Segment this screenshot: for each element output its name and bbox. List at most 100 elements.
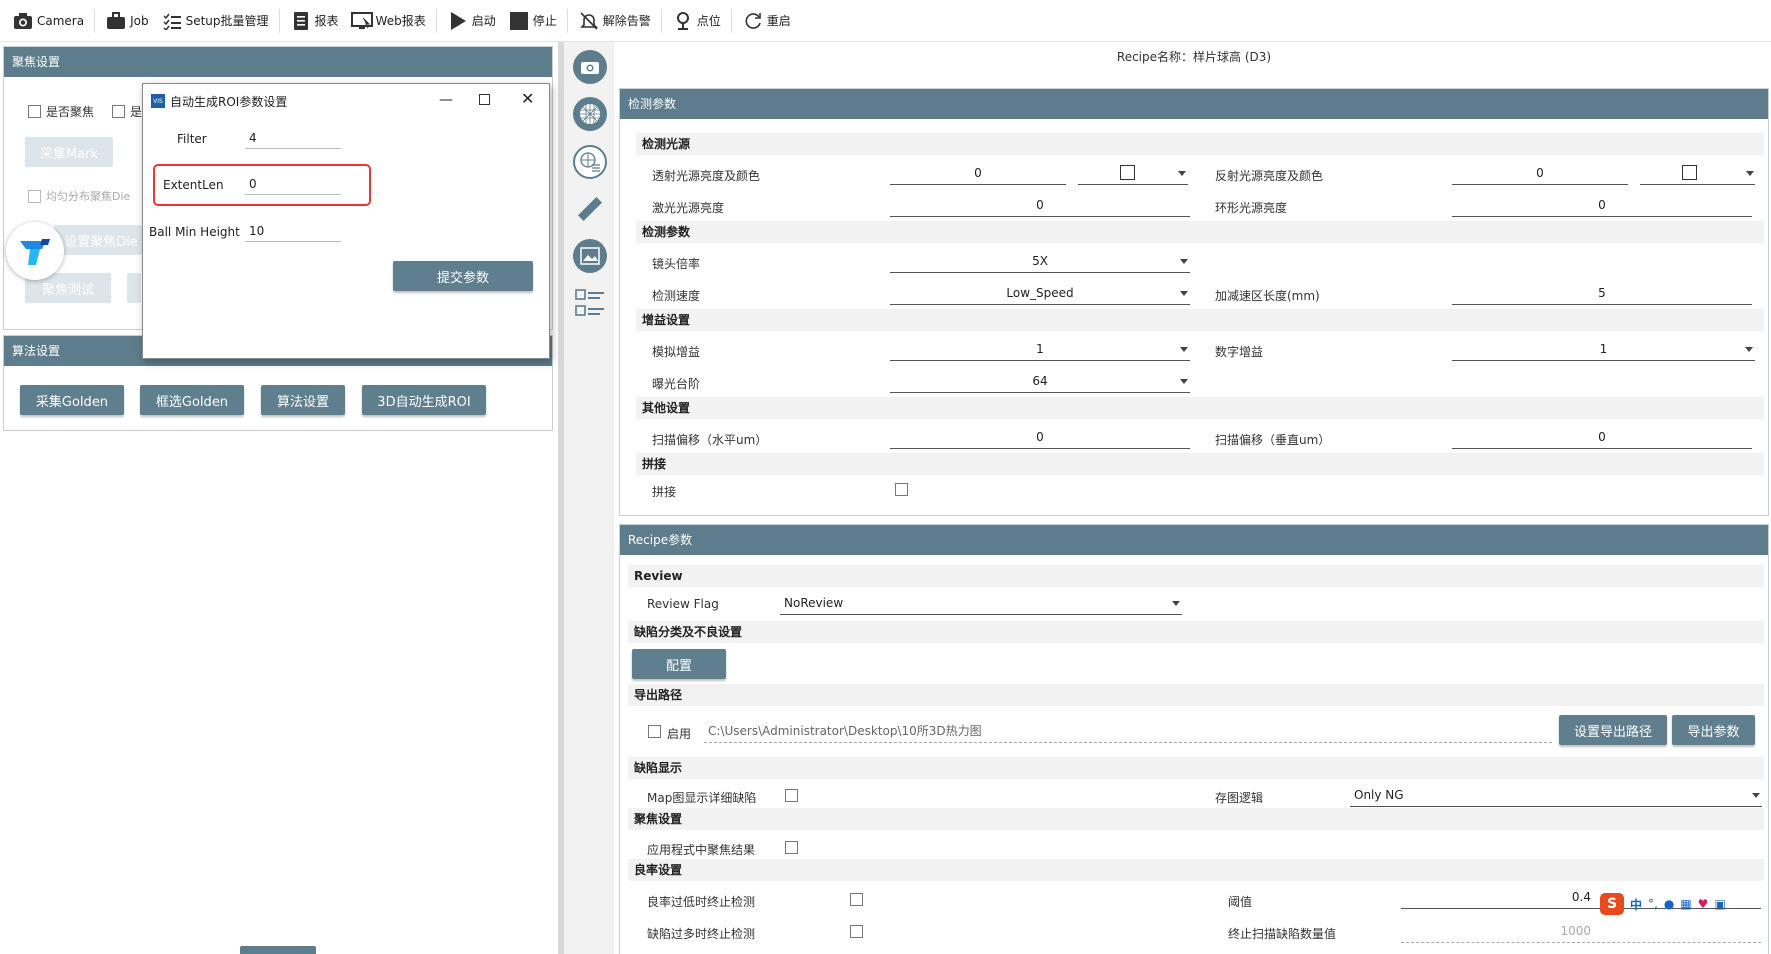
scan-offset-y-label: 扫描偏移（垂直um） bbox=[1215, 433, 1331, 447]
ring-light-input[interactable]: 0 bbox=[1452, 193, 1752, 217]
low-yield-stop-checkbox[interactable] bbox=[850, 893, 863, 906]
digital-gain-select[interactable]: 1 bbox=[1452, 337, 1755, 361]
focus-checkbox[interactable] bbox=[28, 105, 41, 118]
lens-value: 5X bbox=[1032, 254, 1048, 268]
algorithm-settings-button[interactable]: 算法设置 bbox=[261, 385, 345, 415]
save-image-logic-select[interactable]: Only NG bbox=[1350, 783, 1762, 807]
punctuation-icon[interactable]: °, bbox=[1648, 897, 1658, 911]
ime-language-toggle[interactable]: 中 bbox=[1630, 896, 1642, 913]
camera-label: Camera bbox=[37, 13, 85, 28]
capture-golden-button[interactable]: 采集Golden bbox=[20, 385, 124, 415]
ball-min-height-input[interactable]: 10 bbox=[245, 220, 341, 242]
toolbox-icon[interactable]: ▣ bbox=[1714, 897, 1725, 911]
apply-focus-checkbox[interactable] bbox=[785, 841, 798, 854]
transmit-color-select[interactable] bbox=[1078, 161, 1188, 185]
group-other-settings: 其他设置 bbox=[636, 397, 1764, 419]
hidden-button[interactable] bbox=[127, 273, 141, 303]
clear-alarm-button[interactable]: 解除告警 bbox=[572, 6, 657, 36]
scan-offset-y-input[interactable]: 0 bbox=[1452, 425, 1752, 449]
review-flag-value: NoReview bbox=[784, 596, 844, 610]
group-gain: 增益设置 bbox=[636, 309, 1764, 331]
uniform-checkbox-row[interactable]: 均匀分布聚焦Die bbox=[28, 188, 130, 204]
transmit-light-input[interactable]: 0 bbox=[890, 161, 1066, 185]
exposure-step-select[interactable]: 64 bbox=[890, 369, 1190, 393]
set-focus-die-button[interactable]: 设置聚焦Die bbox=[54, 225, 148, 255]
reflect-color-select[interactable] bbox=[1640, 161, 1755, 185]
chevron-down-icon bbox=[1745, 347, 1753, 352]
minimize-icon[interactable]: — bbox=[439, 92, 453, 108]
sidebar-checklist-icon[interactable] bbox=[573, 286, 607, 320]
keyboard-icon[interactable]: ▦ bbox=[1680, 897, 1691, 911]
other-checkbox-row[interactable]: 是 bbox=[112, 103, 142, 120]
chevron-down-icon bbox=[1180, 291, 1188, 296]
scan-offset-x-label: 扫描偏移（水平um） bbox=[652, 433, 768, 447]
laser-light-input[interactable]: 0 bbox=[890, 193, 1190, 217]
bottom-button-partial[interactable] bbox=[240, 946, 316, 954]
stitch-checkbox[interactable] bbox=[895, 483, 908, 496]
sidebar-globe-list-icon[interactable] bbox=[573, 145, 607, 179]
skin-icon[interactable]: ♥ bbox=[1698, 897, 1709, 911]
speed-select[interactable]: Low_Speed bbox=[890, 281, 1190, 305]
uniform-checkbox[interactable] bbox=[28, 189, 41, 203]
map-detail-label: Map图显示详细缺陷 bbox=[647, 791, 757, 805]
stop-button[interactable]: 停止 bbox=[502, 6, 563, 36]
toolbar-divider bbox=[566, 8, 568, 33]
export-path-input[interactable]: C:\Users\Administrator\Desktop\10所3D热力图 bbox=[704, 719, 1552, 743]
set-export-path-button[interactable]: 设置导出路径 bbox=[1559, 715, 1667, 745]
export-enable-checkbox[interactable] bbox=[648, 725, 661, 738]
export-params-button[interactable]: 导出参数 bbox=[1672, 715, 1755, 745]
capture-mark-button[interactable]: 采集Mark bbox=[25, 137, 113, 167]
web-report-label: Web报表 bbox=[375, 14, 426, 28]
briefcase-icon bbox=[105, 10, 127, 32]
sidebar-ruler-icon[interactable] bbox=[573, 192, 607, 226]
chevron-down-icon bbox=[1180, 259, 1188, 264]
sogou-logo-icon[interactable]: S bbox=[1600, 893, 1624, 915]
uniform-checkbox-label: 均匀分布聚焦Die bbox=[46, 190, 131, 203]
close-icon[interactable]: ✕ bbox=[521, 89, 534, 108]
point-button[interactable]: 点位 bbox=[666, 6, 727, 36]
sidebar-image-icon[interactable] bbox=[573, 239, 607, 273]
accel-length-input[interactable]: 5 bbox=[1452, 281, 1752, 305]
toolbar-divider bbox=[660, 8, 662, 33]
floating-assistant-icon[interactable] bbox=[6, 222, 64, 280]
setup-batch-button[interactable]: Setup批量管理 bbox=[155, 6, 275, 36]
review-flag-select[interactable]: NoReview bbox=[780, 591, 1182, 615]
many-defect-stop-checkbox[interactable] bbox=[850, 925, 863, 938]
report-label: 报表 bbox=[314, 14, 339, 28]
extentlen-input[interactable]: 0 bbox=[245, 173, 341, 195]
save-image-logic-value: Only NG bbox=[1354, 788, 1404, 802]
toolbar-divider bbox=[94, 8, 96, 33]
analog-gain-select[interactable]: 1 bbox=[890, 337, 1190, 361]
digital-gain-label: 数字增益 bbox=[1215, 345, 1264, 359]
sidebar-camera-icon[interactable] bbox=[573, 50, 607, 84]
laser-light-label: 激光光源亮度 bbox=[652, 201, 725, 215]
other-checkbox-label: 是 bbox=[130, 105, 143, 119]
stop-defect-count-input[interactable]: 1000 bbox=[1401, 919, 1761, 943]
threshold-label: 阈值 bbox=[1228, 895, 1253, 909]
group-light-source: 检测光源 bbox=[636, 133, 1764, 155]
web-report-button[interactable]: Web报表 bbox=[345, 6, 432, 36]
exposure-step-value: 64 bbox=[1032, 374, 1048, 388]
microphone-icon[interactable]: ● bbox=[1664, 897, 1674, 911]
config-button[interactable]: 配置 bbox=[632, 649, 726, 679]
filter-input[interactable]: 4 bbox=[245, 127, 341, 149]
other-checkbox[interactable] bbox=[112, 105, 125, 118]
report-button[interactable]: 报表 bbox=[284, 6, 345, 36]
job-button[interactable]: Job bbox=[99, 6, 155, 36]
restart-button[interactable]: 重启 bbox=[736, 6, 797, 36]
3d-auto-roi-button[interactable]: 3D自动生成ROI bbox=[362, 385, 486, 415]
submit-params-button[interactable]: 提交参数 bbox=[393, 261, 533, 291]
lens-select[interactable]: 5X bbox=[890, 249, 1190, 273]
focus-checkbox-row[interactable]: 是否聚焦 bbox=[28, 103, 94, 120]
location-icon bbox=[672, 10, 694, 32]
reflect-light-input[interactable]: 0 bbox=[1452, 161, 1628, 185]
maximize-icon[interactable] bbox=[479, 94, 490, 105]
speed-label: 检测速度 bbox=[652, 289, 701, 303]
camera-button[interactable]: Camera bbox=[6, 6, 90, 36]
chevron-down-icon bbox=[1180, 379, 1188, 384]
select-golden-button[interactable]: 框选Golden bbox=[140, 385, 244, 415]
scan-offset-x-input[interactable]: 0 bbox=[890, 425, 1190, 449]
map-detail-checkbox[interactable] bbox=[785, 789, 798, 802]
sidebar-wafer-icon[interactable] bbox=[573, 97, 607, 131]
start-button[interactable]: 启动 bbox=[441, 6, 502, 36]
